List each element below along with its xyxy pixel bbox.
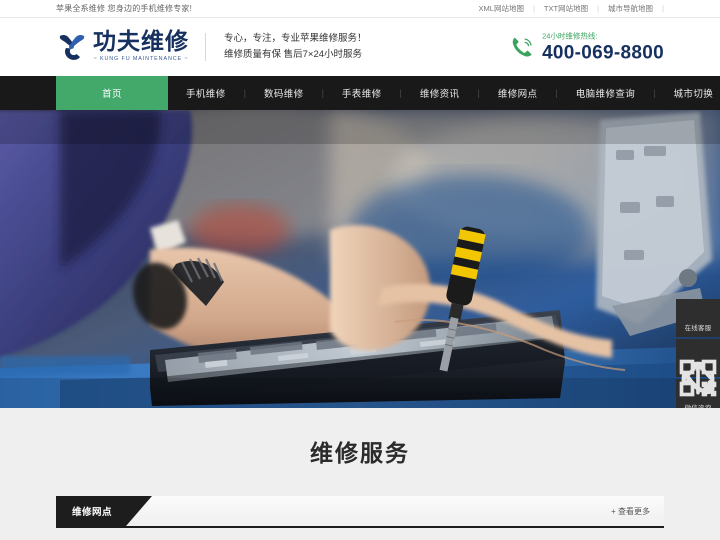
top-bar-tagline: 苹果全系维修 您身边的手机维修专家! (56, 4, 193, 13)
nav-item-news[interactable]: 维修资讯 (402, 76, 478, 110)
wrench-phone-icon (56, 31, 88, 63)
view-more-link[interactable]: + 查看更多 (611, 506, 650, 517)
page-title: 维修服务 (310, 441, 410, 467)
link-separator-3: | (662, 4, 664, 13)
slogan-line-2: 维修质量有保 售后7×24小时服务 (224, 49, 363, 60)
page-root: 苹果全系维修 您身边的手机维修专家! XML网站地图 | TXT网站地图 | 城… (0, 0, 720, 540)
nav-item-home[interactable]: 首页 (56, 76, 168, 110)
tab-locations[interactable]: 维修网点 (56, 496, 127, 526)
logo-name-en: ~ KUNG FU MAINTENANCE ~ (93, 56, 189, 63)
locations-panel-header: 维修网点 + 查看更多 (56, 496, 664, 528)
logo-name-cn: 功夫维修 (93, 29, 189, 56)
locations-card-list: 业数码产品维修 (56, 528, 664, 540)
main-nav: 首页 手机维修 | 数码维修 | 手表维修 | 维修资讯 | 维修网点 | 电脑… (0, 76, 720, 110)
slogan-line-1: 专心，专注，专业苹果维修服务！ (224, 33, 367, 45)
header-slogan: 专心，专注，专业苹果维修服务！ 维修质量有保 售后7×24小时服务 (205, 33, 367, 61)
hotline-text: 24小时维修热线: 400-069-8800 (542, 32, 664, 62)
hero-image (0, 110, 720, 408)
nav-item-locations[interactable]: 维修网点 (480, 76, 556, 110)
hero-banner: 在线客服 服务热线 微信咨询 (0, 110, 720, 408)
site-header: 功夫维修 ~ KUNG FU MAINTENANCE ~ 专心，专注，专业苹果维… (0, 18, 720, 76)
phone-ring-icon (509, 34, 535, 60)
locations-panel: 维修网点 + 查看更多 (56, 496, 664, 528)
nav-item-watch-repair[interactable]: 手表维修 (324, 76, 400, 110)
link-txt-sitemap[interactable]: TXT网站地图 (535, 3, 597, 14)
nav-item-city-switch[interactable]: 城市切换 (656, 76, 720, 110)
services-section: 维修服务 维修网点 + 查看更多 (0, 408, 720, 540)
floating-side-panel: 在线客服 服务热线 微信咨询 (676, 299, 720, 408)
nav-item-pc-repair-query[interactable]: 电脑维修查询 (558, 76, 653, 110)
nav-item-digital-repair[interactable]: 数码维修 (246, 76, 322, 110)
link-city-sitemap[interactable]: 城市导航地图 (599, 3, 662, 14)
site-logo[interactable]: 功夫维修 ~ KUNG FU MAINTENANCE ~ (56, 31, 189, 63)
hotline-label: 24小时维修热线: (542, 31, 598, 41)
logo-text: 功夫维修 ~ KUNG FU MAINTENANCE ~ (93, 31, 189, 62)
tab-slant-decoration (126, 496, 153, 526)
hotline-block[interactable]: 24小时维修热线: 400-069-8800 (509, 32, 664, 62)
hotline-number: 400-069-8800 (542, 41, 664, 63)
top-bar: 苹果全系维修 您身边的手机维修专家! XML网站地图 | TXT网站地图 | 城… (0, 0, 720, 18)
top-bar-links: XML网站地图 | TXT网站地图 | 城市导航地图 | (470, 3, 664, 14)
link-xml-sitemap[interactable]: XML网站地图 (470, 3, 533, 14)
nav-item-phone-repair[interactable]: 手机维修 (168, 76, 244, 110)
